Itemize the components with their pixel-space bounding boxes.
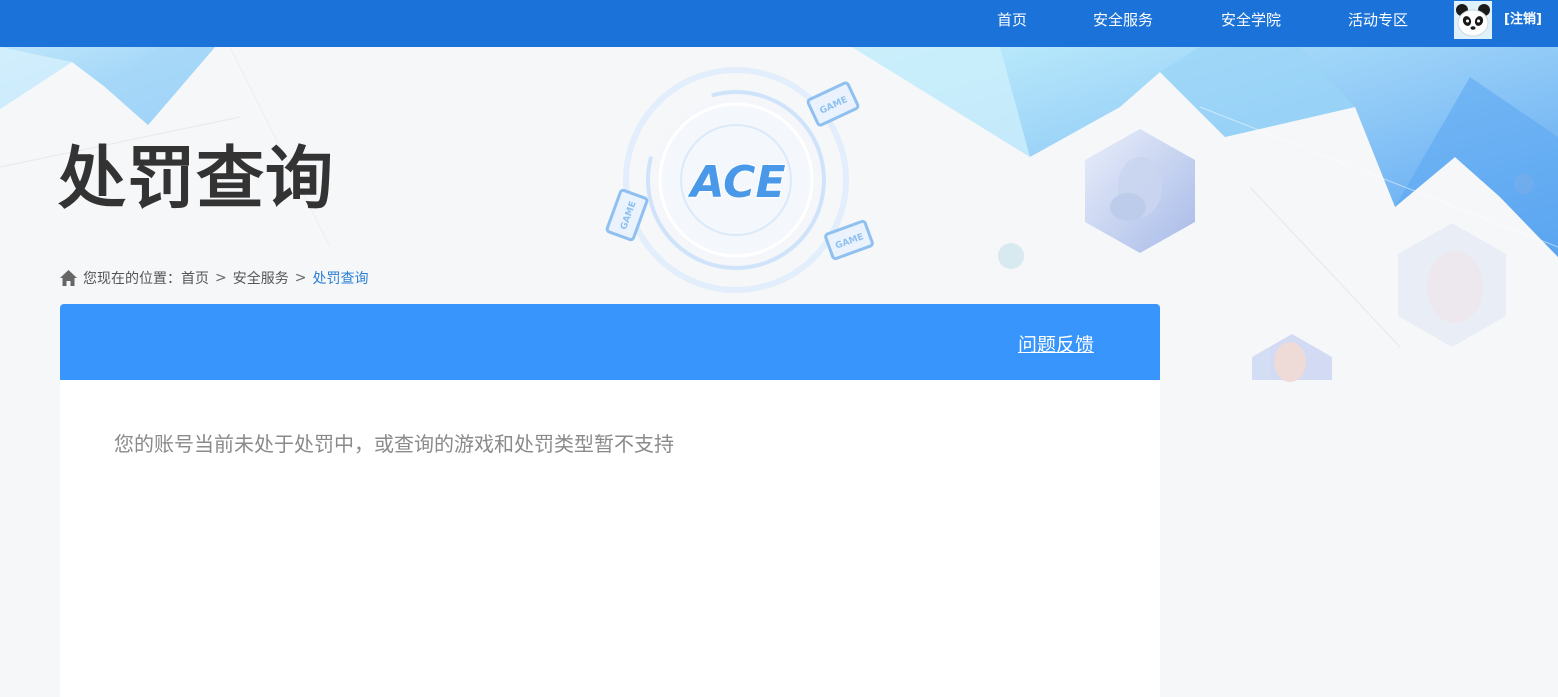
breadcrumb-item-home[interactable]: 首页 [181,268,209,288]
feedback-link[interactable]: 问题反馈 [1018,330,1094,357]
breadcrumb-item-current: 处罚查询 [312,271,369,287]
game-badge-icon: GAME [806,81,860,127]
breadcrumb: 您现在的位置： 首页 > 安全服务 > 处罚查询 [60,268,368,288]
punishment-status-message: 您的账号当前未处于处罚中，或查询的游戏和处罚类型暂不支持 [114,432,674,456]
panel-header: 问题反馈 [60,304,1160,380]
ace-logo-icon: ACE [686,156,786,209]
breadcrumb-prefix: 您现在的位置： [83,271,181,287]
home-icon [60,270,77,286]
panda-avatar-icon[interactable] [1454,1,1492,39]
breadcrumb-separator: > [294,270,307,286]
nav-link-home[interactable]: 首页 [997,0,1027,40]
logout-link[interactable]: [注销] [1504,0,1542,40]
breadcrumb-separator: > [215,270,227,286]
nav-link-security-service[interactable]: 安全服务 [1093,0,1153,40]
ace-logo-text: ACE [687,157,785,208]
page-title: 处罚查询 [58,140,335,219]
breadcrumb-item-security-service[interactable]: 安全服务 [233,268,289,288]
panel-body: 您的账号当前未处于处罚中，或查询的游戏和处罚类型暂不支持 [60,380,1160,697]
top-navigation-bar: 首页 安全服务 安全学院 活动专区 [注销] [0,0,1558,47]
nav-link-activity-zone[interactable]: 活动专区 [1348,0,1408,40]
nav-link-security-academy[interactable]: 安全学院 [1221,0,1281,40]
